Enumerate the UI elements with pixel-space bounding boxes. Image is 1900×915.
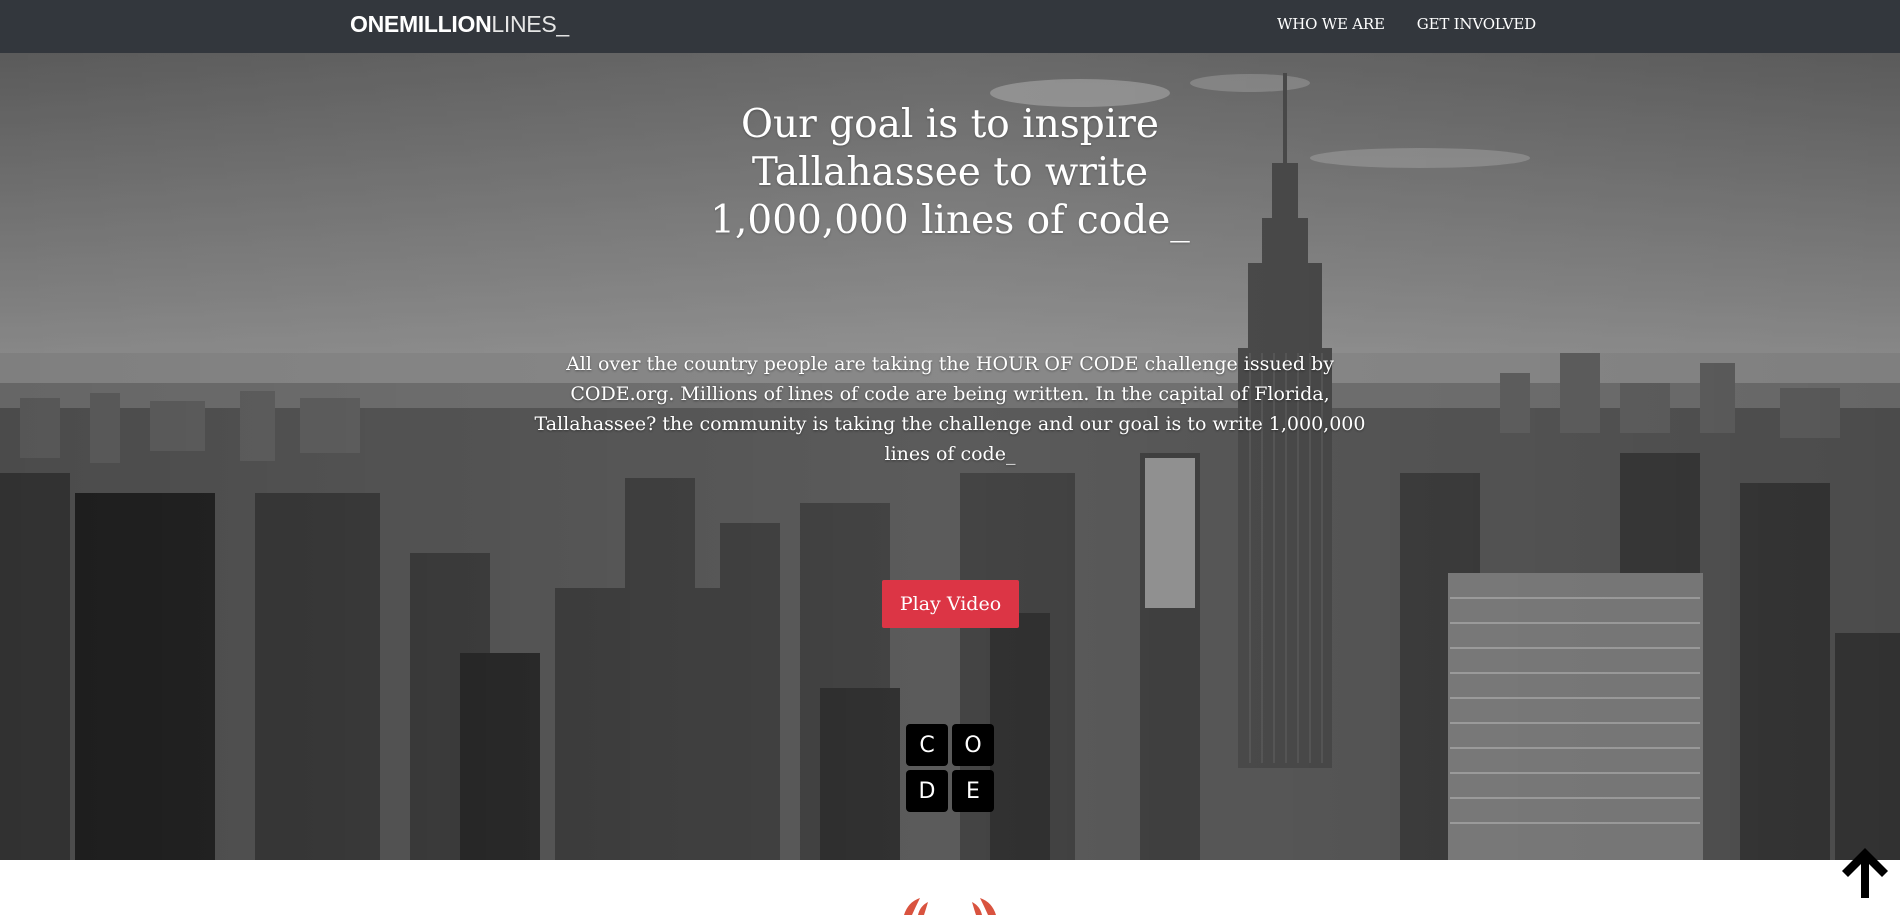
hero-description: All over the country people are taking t… <box>534 353 1366 465</box>
brand-bold-text: ONEMILLION <box>350 11 492 37</box>
content-section <box>0 860 1900 915</box>
hero-title-line: Tallahassee to write <box>751 150 1149 195</box>
brand-light-text: LINES_ <box>491 11 569 37</box>
nav-links: WHO WE ARE GET INVOLVED <box>1277 15 1536 33</box>
code-logo-letter: O <box>952 724 994 766</box>
hero-title-line: 1,000,000 lines of code_ <box>710 198 1190 243</box>
laurel-wreath-icon <box>904 898 996 915</box>
hero-title: Our goal is to inspire Tallahassee to wr… <box>0 101 1900 245</box>
hero-title-line: Our goal is to inspire <box>741 102 1159 147</box>
arrow-up-icon <box>1842 848 1888 898</box>
nav-link-who-we-are[interactable]: WHO WE ARE <box>1277 15 1385 33</box>
code-org-logo[interactable]: C O D E <box>906 724 994 816</box>
brand-logo[interactable]: ONEMILLIONLINES_ <box>350 11 569 38</box>
code-logo-letter: D <box>906 770 948 812</box>
top-navbar: ONEMILLIONLINES_ WHO WE ARE GET INVOLVED <box>0 0 1900 53</box>
back-to-top-button[interactable] <box>1838 844 1892 898</box>
code-logo-letter: C <box>906 724 948 766</box>
code-logo-letter: E <box>952 770 994 812</box>
hero-section: Our goal is to inspire Tallahassee to wr… <box>0 53 1900 860</box>
play-video-button[interactable]: Play Video <box>882 580 1019 628</box>
nav-link-get-involved[interactable]: GET INVOLVED <box>1417 15 1536 33</box>
